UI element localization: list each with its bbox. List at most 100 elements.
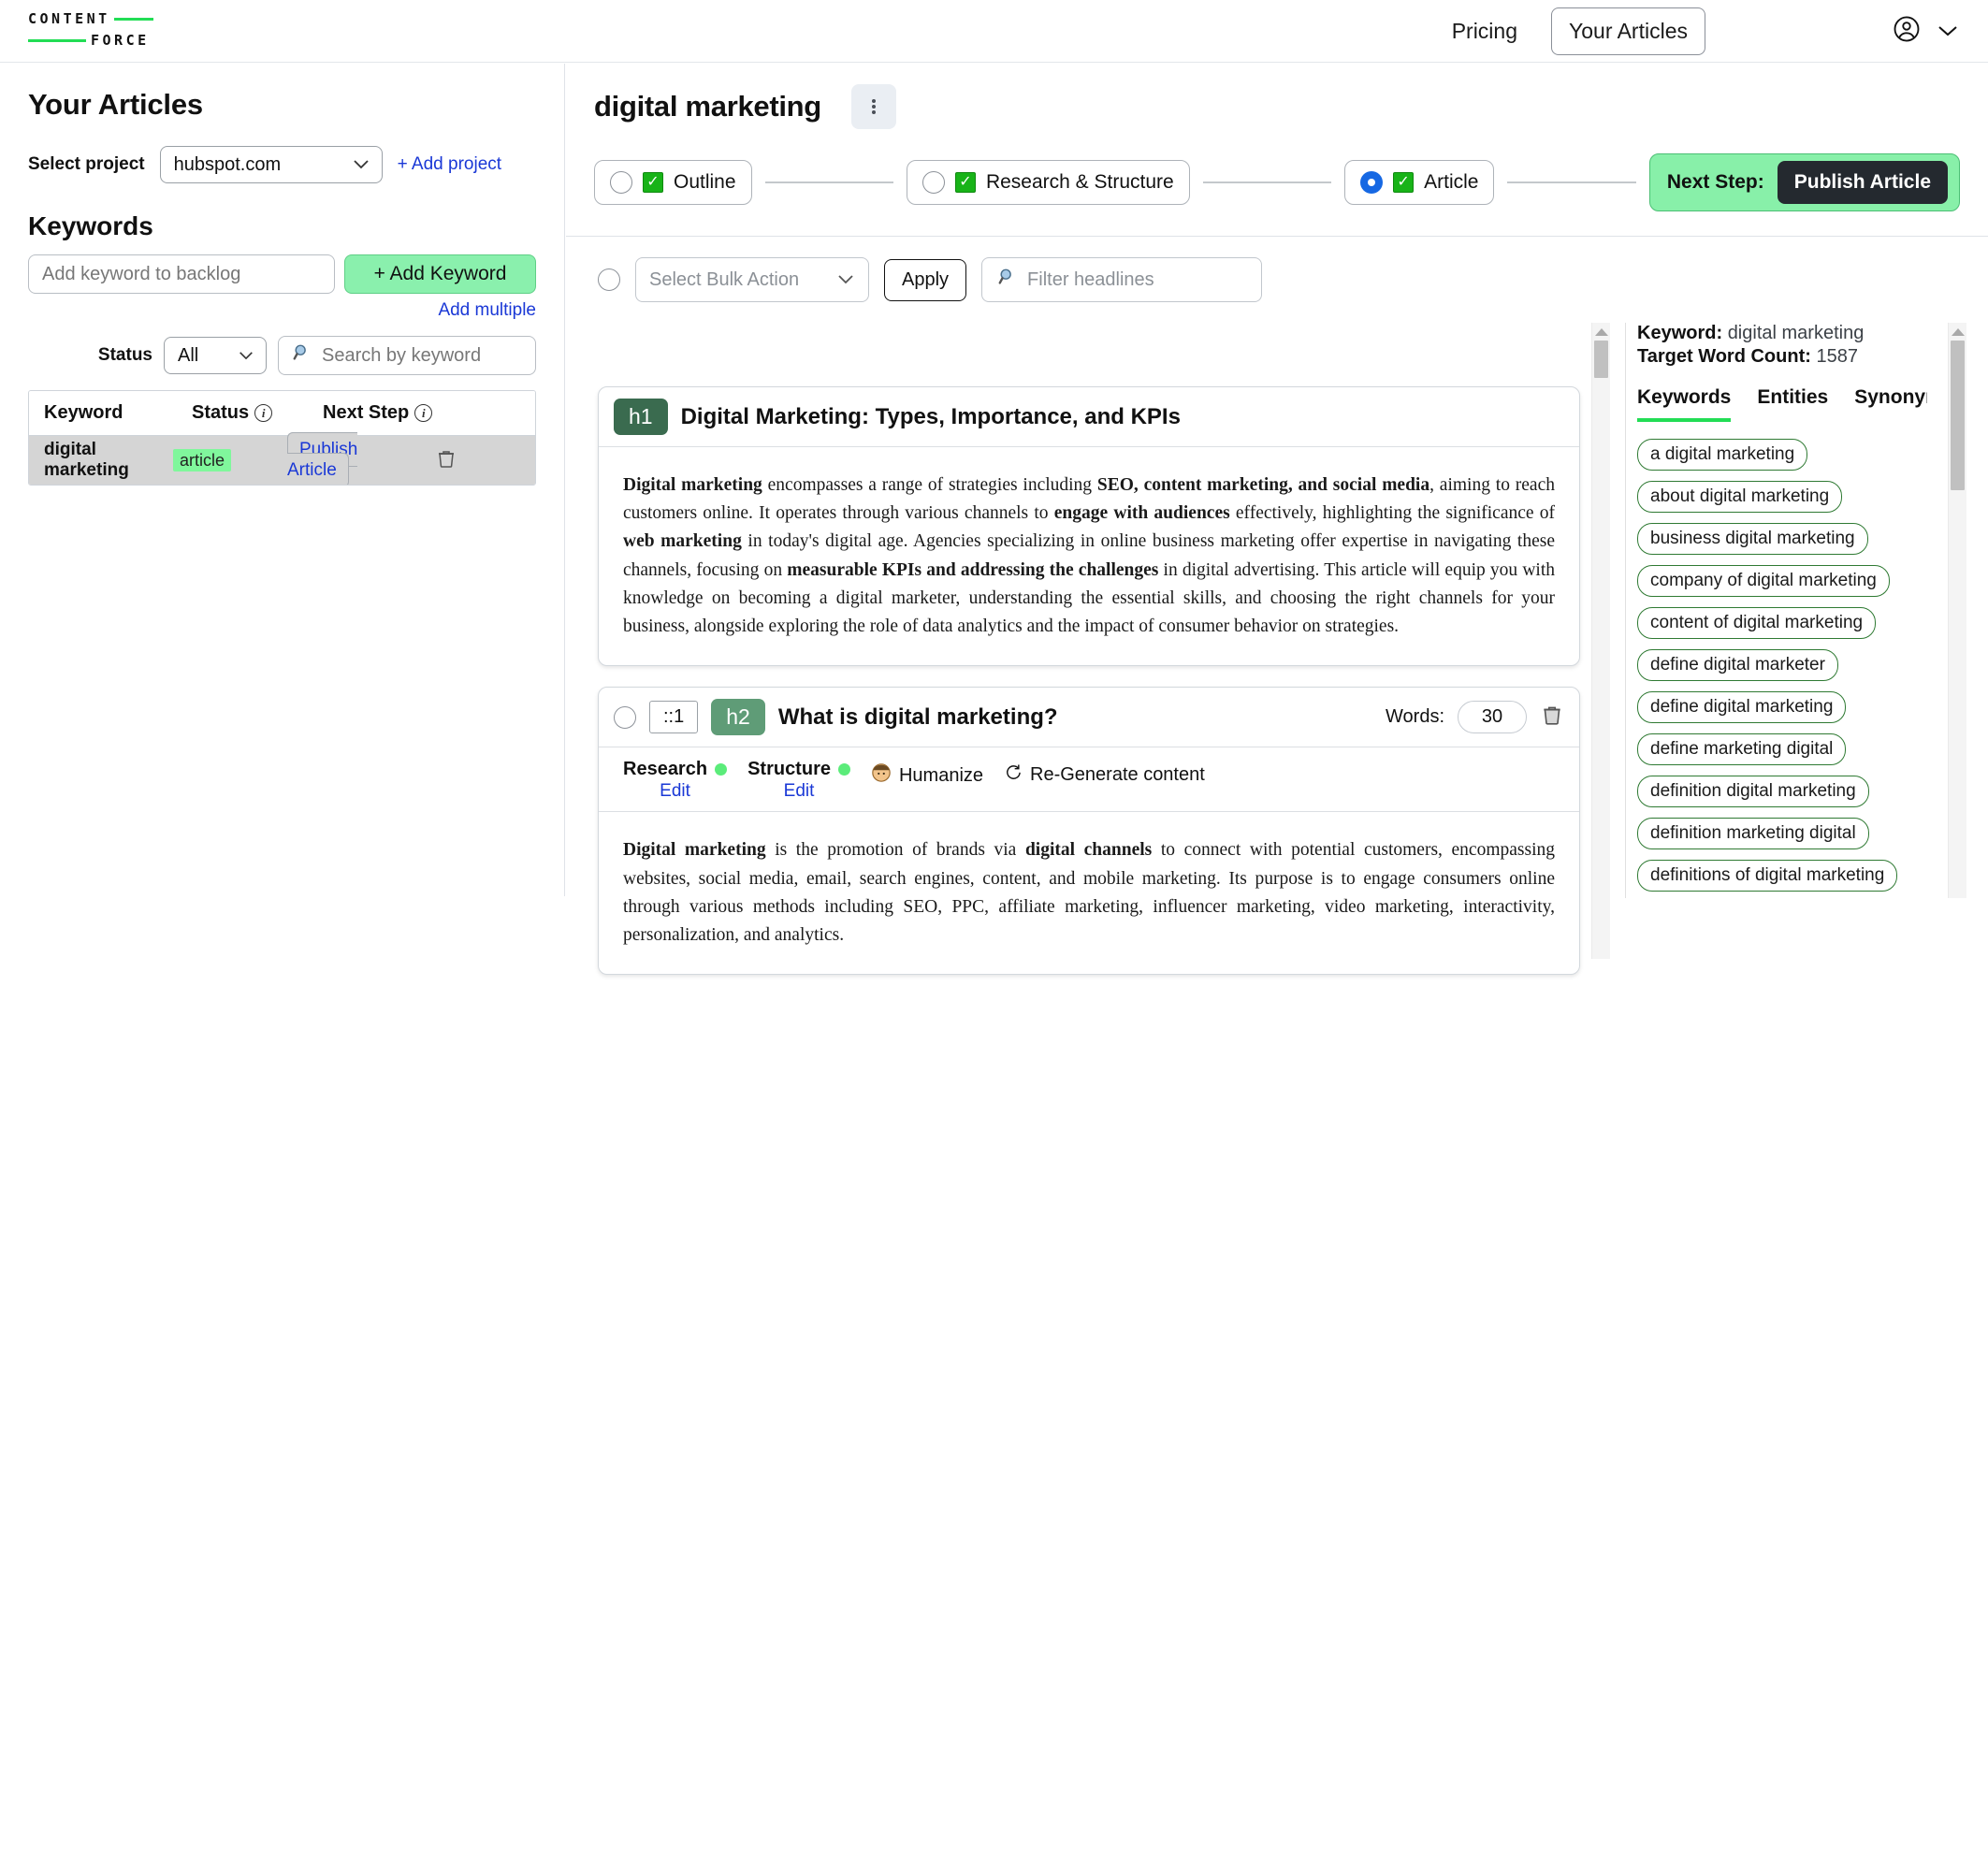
scroll-up-arrow-icon[interactable] (1951, 328, 1965, 336)
add-project-link[interactable]: + Add project (398, 154, 501, 175)
keyword-search-input[interactable]: Search by keyword (278, 336, 536, 375)
panel-keyword-value: digital marketing (1727, 323, 1865, 343)
main-content-scrollbar[interactable] (1591, 323, 1610, 959)
bulk-action-select[interactable]: Select Bulk Action (635, 257, 869, 302)
project-select[interactable]: hubspot.com (159, 146, 383, 183)
keyword-pill[interactable]: company of digital marketing (1637, 565, 1890, 597)
keyword-pill[interactable]: definition marketing digital (1637, 818, 1869, 849)
logo-accent-line-bottom (28, 38, 86, 42)
status-select[interactable]: All (164, 337, 267, 374)
card-h1-header: h1 Digital Marketing: Types, Importance,… (599, 387, 1579, 447)
keyword-pill[interactable]: definition digital marketing (1637, 776, 1869, 807)
keyword-pill[interactable]: define digital marketing (1637, 691, 1847, 723)
project-select-value: hubspot.com (173, 153, 282, 175)
step-research-structure[interactable]: ✓ Research & Structure (906, 160, 1190, 205)
chevron-down-icon (352, 154, 370, 176)
add-keyword-button[interactable]: + Add Keyword (344, 254, 536, 294)
row-publish-article-button[interactable]: Publish Article (287, 432, 358, 485)
step-article[interactable]: ✓ Article (1344, 160, 1495, 205)
bulk-action-placeholder: Select Bulk Action (649, 268, 800, 290)
main-scrollbar-thumb[interactable] (1594, 341, 1608, 378)
status-filter-label: Status (97, 345, 152, 365)
document-options-kebab-icon[interactable] (850, 84, 896, 129)
keyword-search-placeholder: Search by keyword (322, 344, 482, 366)
step-radio-research[interactable] (921, 171, 945, 194)
regenerate-content-button[interactable]: Re-Generate content (1004, 762, 1205, 787)
card-select-radio[interactable] (614, 705, 636, 729)
delete-keyword-icon[interactable] (435, 447, 457, 474)
keyword-pill[interactable]: a digital marketing (1637, 439, 1808, 471)
card-h2-body[interactable]: Digital marketing is the promotion of br… (599, 812, 1579, 974)
nav-link-your-articles[interactable]: Your Articles (1551, 7, 1705, 55)
card-h2-title[interactable]: What is digital marketing? (778, 704, 1058, 731)
card-h1-body[interactable]: Digital marketing encompasses a range of… (599, 447, 1579, 665)
structure-label: Structure (747, 759, 831, 780)
add-multiple-link[interactable]: Add multiple (438, 300, 536, 320)
next-step-info-icon[interactable]: i (414, 404, 433, 422)
heading-level-tag-h2: h2 (711, 699, 765, 736)
card-h1-title[interactable]: Digital Marketing: Types, Importance, an… (681, 404, 1181, 430)
right-panel-scrollbar[interactable] (1948, 323, 1966, 898)
card-h2: ::1 h2 What is digital marketing? Words:… (598, 687, 1580, 976)
status-select-value: All (178, 344, 199, 366)
nav-link-pricing[interactable]: Pricing (1431, 19, 1538, 44)
panel-target-wordcount-row: Target Word Count: 1587 (1637, 346, 1927, 368)
document-header: digital marketing (566, 64, 1988, 129)
column-header-next-step: Next Step (323, 402, 410, 423)
research-edit-link[interactable]: Edit (660, 781, 690, 802)
add-keyword-input[interactable]: Add keyword to backlog (28, 254, 335, 294)
panel-target-value: 1587 (1816, 346, 1858, 367)
tab-keywords[interactable]: Keywords (1637, 386, 1732, 422)
filter-headlines-input[interactable]: Filter headlines (981, 257, 1263, 302)
keyword-pill[interactable]: define marketing digital (1637, 733, 1847, 765)
column-header-status: Status (192, 402, 250, 423)
tab-synonyms[interactable]: Synonyms (1854, 386, 1927, 422)
table-row[interactable]: digital marketing article Publish Articl… (29, 432, 535, 485)
right-panel-divider (1625, 323, 1626, 898)
delete-card-icon[interactable] (1540, 703, 1564, 732)
status-filter-row: Status All Search by keyword (28, 336, 536, 375)
structure-edit-link[interactable]: Edit (784, 781, 815, 802)
card-index-badge: ::1 (649, 701, 699, 734)
humanize-button[interactable]: Humanize (871, 762, 983, 789)
checkbox-icon: ✓ (954, 172, 976, 193)
left-sidebar: Your Articles Select project hubspot.com… (0, 64, 565, 896)
project-selector-row: Select project hubspot.com + Add project (28, 146, 536, 183)
keywords-table-header: Keyword Status i Next Step i (29, 391, 535, 436)
document-title-row: digital marketing (594, 84, 1960, 129)
publish-article-button[interactable]: Publish Article (1777, 161, 1949, 204)
next-step-label: Next Step: (1666, 171, 1764, 193)
humanize-face-icon (871, 762, 892, 789)
account-avatar-icon[interactable] (1893, 15, 1921, 48)
app-logo[interactable]: CONTENT FORCE (28, 9, 196, 51)
account-chevron-down-icon[interactable] (1936, 20, 1960, 44)
words-count-input[interactable]: 30 (1458, 701, 1527, 734)
keyword-pill[interactable]: definitions of digital marketing (1637, 860, 1898, 892)
right-scrollbar-thumb[interactable] (1951, 341, 1965, 490)
refresh-icon (1004, 762, 1023, 787)
select-all-radio[interactable] (598, 268, 620, 291)
meta-research: Research Edit (623, 759, 728, 802)
logo-accent-line-top (113, 17, 153, 21)
keyword-pill[interactable]: business digital marketing (1637, 523, 1868, 555)
next-step-panel: Next Step: Publish Article (1648, 153, 1961, 211)
page-title: Your Articles (28, 88, 203, 121)
card-h2-header: ::1 h2 What is digital marketing? Words:… (599, 688, 1579, 748)
step-connector (1202, 181, 1332, 183)
tab-entities[interactable]: Entities (1757, 386, 1828, 422)
panel-keyword-row: Keyword: digital marketing (1637, 323, 1927, 344)
chevron-down-icon (238, 345, 254, 367)
keyword-pill[interactable]: define digital marketer (1637, 649, 1838, 681)
step-outline[interactable]: ✓ Outline (594, 160, 752, 205)
step-radio-article-selected[interactable] (1360, 171, 1384, 194)
row-keyword: digital marketing (44, 440, 129, 480)
step-radio-outline[interactable] (610, 171, 632, 194)
panel-keyword-label: Keyword: (1637, 323, 1723, 343)
step-connector (1507, 181, 1636, 183)
status-info-icon[interactable]: i (254, 404, 273, 422)
apply-button[interactable]: Apply (884, 258, 967, 301)
keyword-pill[interactable]: content of digital marketing (1637, 607, 1877, 639)
keyword-pill[interactable]: about digital marketing (1637, 481, 1843, 513)
words-label: Words: (1386, 706, 1444, 728)
scroll-up-arrow-icon[interactable] (1594, 328, 1608, 336)
